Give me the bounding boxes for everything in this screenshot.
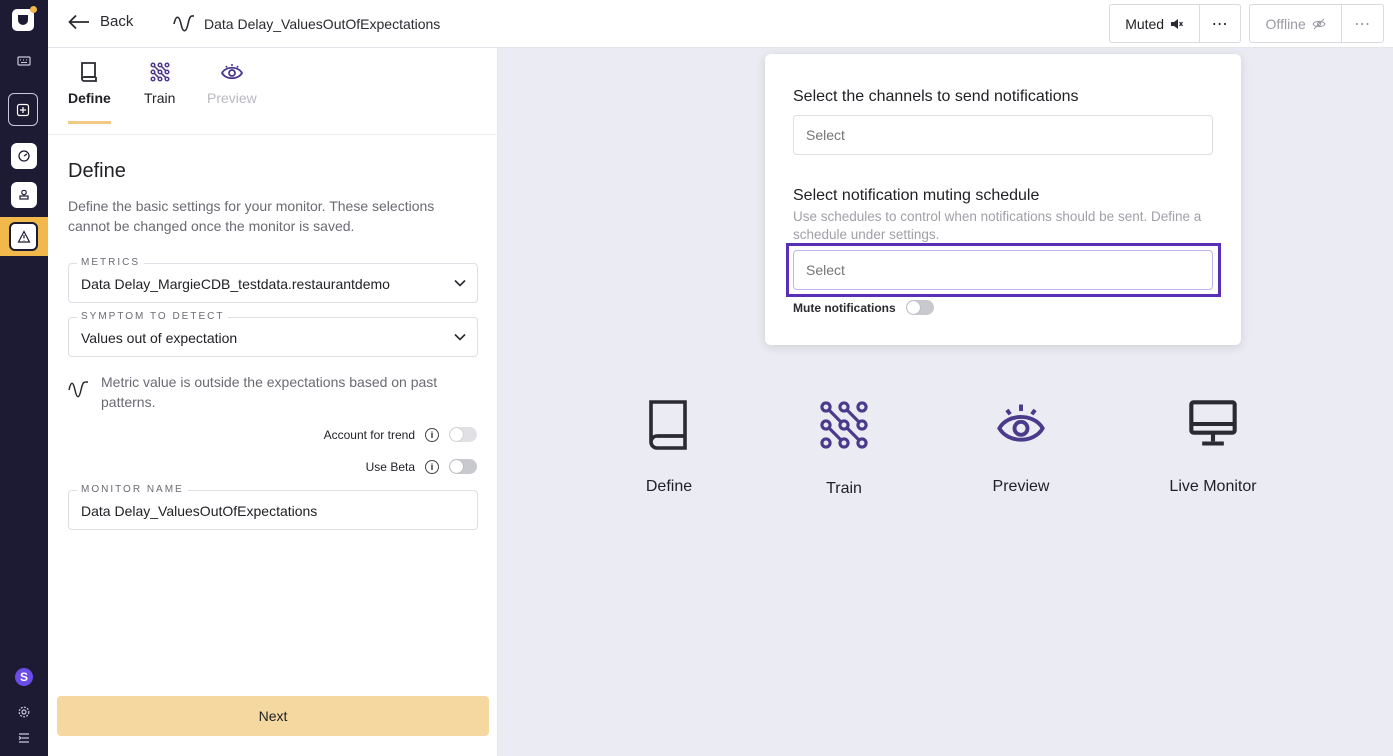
gear-icon[interactable] — [11, 699, 37, 725]
step-live-monitor-label: Live Monitor — [1169, 478, 1257, 495]
offline-button[interactable]: Offline — [1250, 5, 1341, 42]
next-button[interactable]: Next — [57, 696, 489, 736]
offline-label: Offline — [1265, 15, 1306, 32]
wave-icon — [68, 381, 89, 398]
step-preview-label: Preview — [992, 478, 1050, 495]
step-live-monitor: Live Monitor — [1163, 398, 1263, 496]
monitor-title-text: Data Delay_ValuesOutOfExpectations — [204, 16, 441, 32]
active-nav-item[interactable] — [0, 217, 48, 256]
schedule-title: Select notification muting schedule — [793, 187, 1040, 204]
speaker-muted-icon — [1171, 18, 1184, 29]
chevron-down-icon — [454, 279, 466, 287]
left-rail: S — [0, 0, 48, 756]
book-icon — [81, 62, 98, 82]
symptom-select[interactable]: SYMPTOM TO DETECT Values out of expectat… — [68, 311, 478, 357]
wave-icon — [173, 15, 195, 32]
step-define-label: Define — [645, 478, 693, 495]
define-panel: Define Train Preview Define Define the b… — [48, 48, 498, 756]
step-train-label: Train — [826, 480, 862, 497]
symptom-label: SYMPTOM TO DETECT — [77, 311, 229, 322]
use-beta-toggle[interactable] — [449, 459, 477, 474]
back-button[interactable]: Back — [68, 13, 133, 30]
mute-notifications-label: Mute notifications — [793, 300, 896, 315]
arrow-left-icon — [68, 14, 89, 29]
symptom-hint-text: Metric value is outside the expectations… — [101, 374, 438, 410]
menu-collapse-icon[interactable] — [11, 725, 37, 751]
mute-notifications-row: Mute notifications — [793, 300, 934, 315]
tab-define-label: Define — [68, 90, 111, 106]
desktop-monitor-icon — [1189, 400, 1237, 446]
book-icon — [649, 400, 687, 450]
tab-define[interactable]: Define — [68, 60, 111, 124]
use-beta-label: Use Beta — [365, 459, 415, 474]
tab-preview-label: Preview — [207, 90, 257, 106]
monitor-title: Data Delay_ValuesOutOfExpectations — [172, 12, 440, 36]
app-logo[interactable] — [12, 6, 37, 31]
notification-dot — [30, 6, 37, 13]
step-define: Define — [643, 398, 695, 496]
use-beta-row: Use Beta i — [366, 459, 477, 474]
neural-network-icon — [150, 62, 170, 82]
info-icon[interactable]: i — [425, 459, 439, 474]
metrics-label: METRICS — [77, 257, 144, 268]
eye-icon — [220, 64, 243, 80]
account-for-trend-row: Account for trend i — [324, 427, 477, 442]
offline-more-icon[interactable]: ⋯ — [1342, 5, 1383, 42]
symptom-value: Values out of expectation — [81, 330, 238, 346]
monitor-name-field[interactable]: MONITOR NAME Data Delay_ValuesOutOfExpec… — [68, 484, 478, 530]
metrics-select[interactable]: METRICS Data Delay_MargieCDB_testdata.re… — [68, 257, 478, 303]
monitor-name-label: MONITOR NAME — [77, 484, 188, 495]
user-avatar[interactable]: S — [15, 668, 33, 686]
muted-label: Muted — [1125, 15, 1165, 32]
muted-control: Muted ⋯ — [1109, 4, 1241, 43]
step-train: Train — [814, 398, 874, 498]
metrics-value: Data Delay_MargieCDB_testdata.restaurant… — [81, 276, 390, 292]
focus-highlight — [786, 243, 1221, 297]
tab-preview[interactable]: Preview — [207, 60, 257, 106]
monitor-add-icon[interactable] — [8, 93, 38, 126]
tab-train[interactable]: Train — [144, 60, 175, 106]
eye-off-icon — [1312, 18, 1326, 29]
info-icon[interactable]: i — [425, 427, 439, 442]
stamp-icon[interactable] — [11, 182, 37, 208]
eye-icon — [997, 404, 1045, 442]
step-preview: Preview — [986, 398, 1056, 496]
notification-settings-popover: Select the channels to send notification… — [765, 54, 1241, 345]
account-for-trend-label: Account for trend — [323, 427, 415, 442]
section-heading: Define — [68, 160, 126, 182]
neural-network-icon — [820, 401, 868, 449]
offline-control: Offline ⋯ — [1249, 4, 1384, 43]
tab-train-label: Train — [144, 90, 176, 106]
alert-icon — [9, 222, 38, 251]
back-label: Back — [100, 13, 134, 30]
step-tabs: Define Train Preview — [48, 48, 498, 135]
account-for-trend-toggle[interactable] — [449, 427, 477, 442]
monitor-name-value: Data Delay_ValuesOutOfExpectations — [81, 503, 318, 519]
section-description: Define the basic settings for your monit… — [68, 198, 435, 234]
top-bar: Back Data Delay_ValuesOutOfExpectations … — [48, 0, 1393, 48]
schedule-subtitle: Use schedules to control when notificati… — [793, 209, 1202, 242]
keyboard-icon[interactable] — [11, 48, 37, 74]
muted-button[interactable]: Muted — [1110, 5, 1199, 42]
dashboard-icon[interactable] — [11, 143, 37, 169]
channels-title: Select the channels to send notification… — [793, 88, 1079, 105]
channels-select[interactable] — [793, 115, 1213, 155]
muted-more-icon[interactable]: ⋯ — [1200, 5, 1240, 42]
chevron-down-icon — [454, 333, 466, 341]
mute-notifications-toggle[interactable] — [905, 300, 934, 315]
